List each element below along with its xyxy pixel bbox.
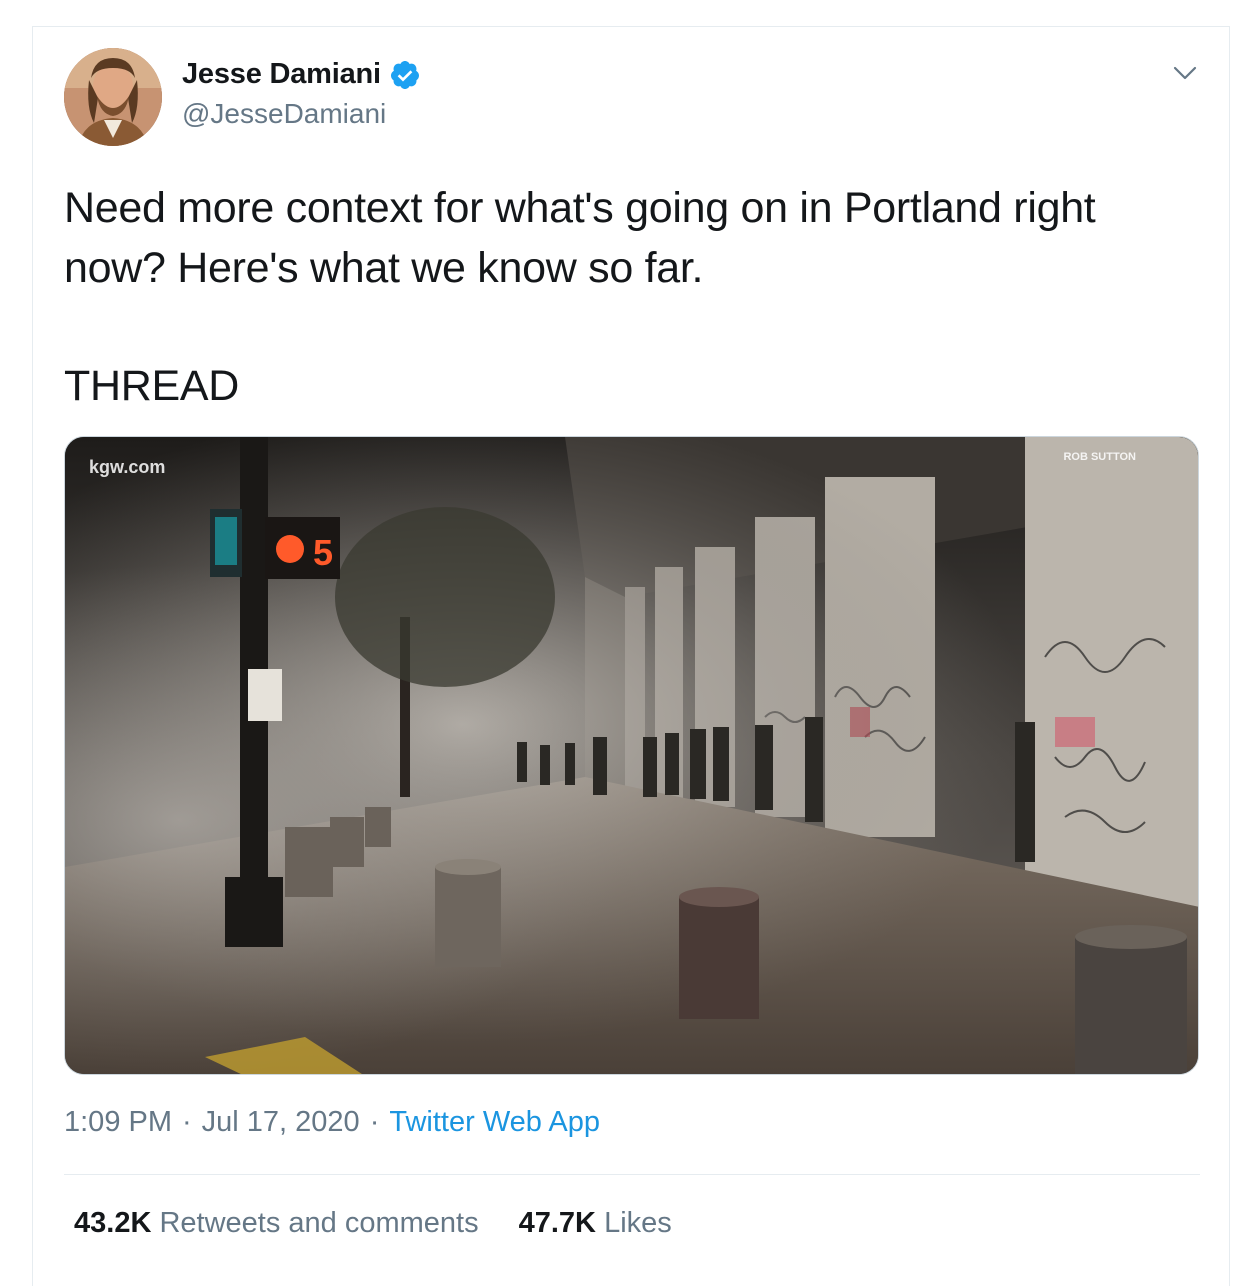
signal-countdown: 5 (313, 532, 333, 573)
media-watermark: kgw.com (89, 457, 166, 477)
tweet-meta: 1:09 PM · Jul 17, 2020 · Twitter Web App (64, 1106, 600, 1139)
meta-separator: · (369, 1106, 380, 1138)
tweet-text: Need more context for what's going on in… (64, 178, 1184, 416)
likes-label: Likes (604, 1207, 672, 1239)
avatar[interactable] (64, 48, 162, 146)
chevron-down-icon[interactable] (1170, 58, 1200, 88)
divider (64, 1174, 1200, 1175)
author-handle[interactable]: @JesseDamiani (182, 98, 386, 130)
tweet-paragraph: Need more context for what's going on in… (64, 184, 1096, 292)
likes-stat[interactable]: 47.7K Likes (519, 1207, 672, 1240)
media-credit: ROB SUTTON (1063, 451, 1136, 463)
tweet-stats: 43.2K Retweets and comments 47.7K Likes (74, 1207, 672, 1240)
protest-photo: 5 (65, 437, 1198, 1074)
tweet-media-image[interactable]: 5 kgw.com ROB SUTTON (64, 436, 1199, 1075)
tweet-source-link[interactable]: Twitter Web App (389, 1106, 600, 1139)
author-name-row[interactable]: Jesse Damiani (182, 58, 421, 91)
retweets-count: 43.2K (74, 1207, 152, 1239)
verified-badge-icon (390, 60, 419, 89)
likes-count: 47.7K (518, 1207, 596, 1239)
user-avatar-icon (64, 48, 162, 146)
tweet-paragraph: THREAD (64, 362, 239, 410)
retweets-label: Retweets and comments (159, 1207, 479, 1239)
author-display-name[interactable]: Jesse Damiani (182, 58, 381, 91)
meta-separator: · (182, 1106, 192, 1138)
tweet-time[interactable]: 1:09 PM (64, 1106, 172, 1139)
tweet-date[interactable]: Jul 17, 2020 (202, 1106, 360, 1139)
retweets-stat[interactable]: 43.2K Retweets and comments (74, 1207, 479, 1240)
